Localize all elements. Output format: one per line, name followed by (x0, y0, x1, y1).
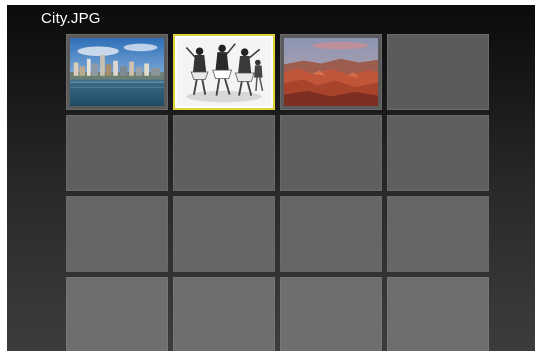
empty-slot[interactable] (387, 34, 489, 110)
empty-slot[interactable] (387, 277, 489, 351)
empty-slot[interactable] (173, 277, 275, 351)
canyon-photo (284, 38, 378, 106)
empty-slot[interactable] (387, 115, 489, 191)
empty-slot[interactable] (66, 115, 168, 191)
empty-slot[interactable] (387, 196, 489, 272)
empty-slot[interactable] (280, 115, 382, 191)
thumbnail-city[interactable] (66, 34, 168, 110)
empty-slot[interactable] (173, 115, 275, 191)
empty-slot[interactable] (280, 196, 382, 272)
thumbnail-canyon[interactable] (280, 34, 382, 110)
photo-browser-screen: City.JPG (7, 5, 535, 351)
file-name-title: City.JPG (41, 10, 101, 27)
empty-slot[interactable] (280, 277, 382, 351)
dancers-photo (177, 38, 271, 106)
empty-slot[interactable] (66, 196, 168, 272)
empty-slot[interactable] (173, 196, 275, 272)
thumbnail-grid (66, 34, 489, 351)
city-skyline-photo (70, 38, 164, 106)
empty-slot[interactable] (66, 277, 168, 351)
thumbnail-dancers-selected[interactable] (173, 34, 275, 110)
